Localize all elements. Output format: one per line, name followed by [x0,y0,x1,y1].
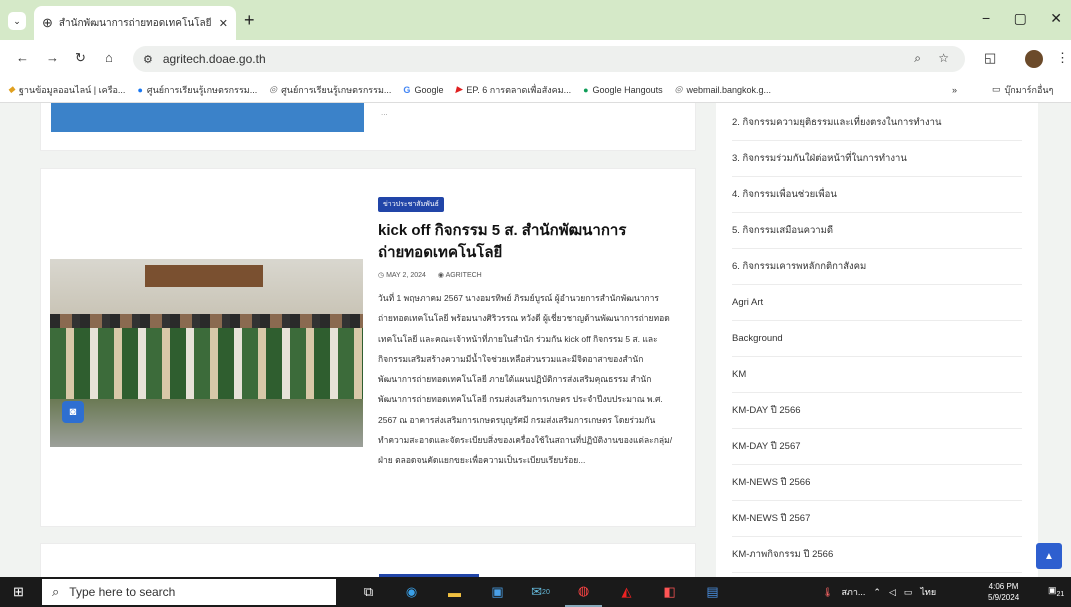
sidebar-category-link[interactable]: 5. กิจกรรมเสมือนความดี [732,213,1022,249]
clock-icon: ◷ [378,272,387,279]
bookmarks-bar: ◆ ฐานข้อมูลออนไลน์ | เครือ... ● ศูนย์การเร… [0,77,1071,103]
globe-icon: ◎ [269,84,278,94]
weather-icon[interactable]: 🌡 [822,587,833,598]
post-author[interactable]: ◉ AGRITECH [438,271,482,279]
facebook-icon: ● [137,84,143,95]
bookmark-item[interactable]: ◆ ฐานข้อมูลออนไลน์ | เครือ... [8,83,125,97]
site-settings-icon[interactable]: ⚙ [143,53,153,66]
bookmark-item[interactable]: ▶ EP. 6 การตลาดเพื่อสังคม... [455,83,571,97]
sidebar-category-link[interactable]: KM-ภาพกิจกรรม ปี 2566 [732,537,1022,573]
windows-start-icon[interactable]: ⊞ [13,584,24,600]
edge-icon[interactable]: ◉ [393,577,430,607]
search-icon: ⌕ [52,584,60,599]
tray-overflow-icon[interactable]: ⌃ [873,587,881,598]
post-card-next [40,543,696,577]
bookmark-item[interactable]: ● Google Hangouts [583,85,663,95]
sidebar-category-link[interactable]: Background [732,321,1022,357]
folder-icon: ▭ [992,84,1001,94]
sidebar-category-link[interactable]: 4. กิจกรรมเพื่อนช่วยเพื่อน [732,177,1022,213]
back-arrow-icon[interactable]: ← [16,50,29,65]
sidebar-category-link[interactable]: 2. กิจกรรมความยุติธรรมและเที่ยงตรงในการท… [732,105,1022,141]
post-excerpt: วันที่ 1 พฤษภาคม 2567 นางอมรทิพย์ ภิรมย์… [378,293,673,466]
bookmark-item[interactable]: ● ศูนย์การเรียนรู้เกษตรกรรม... [137,83,257,97]
google-icon: G [403,84,411,95]
task-view-icon[interactable]: ⧉ [350,577,387,607]
maximize-button[interactable]: ▢ [1014,10,1027,27]
mail-icon[interactable]: ✉ 20 [522,577,559,607]
menu-icon[interactable]: ⋮ [1056,50,1069,66]
bookmark-item[interactable]: ◎ ศูนย์การเรียนรู้เกษตรกรรม... [269,83,391,97]
url-text: agritech.doae.go.th [162,52,266,66]
sidebar-category-link[interactable]: KM-NEWS ปี 2567 [732,501,1022,537]
sidebar-category-link[interactable]: KM-NEWS ปี 2566 [732,465,1022,501]
notification-icon[interactable]: ▣21 [1048,585,1064,598]
site-favicon-icon: ⊕ [42,15,53,30]
folder-icon: ◆ [8,84,15,94]
category-badge[interactable]: ข่าวประชาสัมพันธ์ [378,197,444,212]
scroll-to-top-button[interactable]: ▲ [1036,543,1062,569]
file-explorer-icon[interactable]: ▬ [436,577,473,607]
word-icon[interactable]: ▤ [694,577,731,607]
home-icon[interactable]: ⌂ [105,50,113,65]
sidebar-category-link[interactable]: KM-DAY ปี 2566 [732,393,1022,429]
tab-active[interactable]: ⊕ สำนักพัฒนาการถ่ายทอดเทคโนโลยี ✕ [34,6,236,40]
tab-bar: ⌄ ⊕ สำนักพัฒนาการถ่ายทอดเทคโนโลยี ✕ + − … [0,0,1071,40]
reload-icon[interactable]: ↻ [75,50,86,66]
taskbar-search-placeholder: Type here to search [69,585,176,599]
other-bookmarks-folder[interactable]: ▭ บุ๊กมาร์กอื่นๆ [992,83,1053,97]
youtube-icon: ▶ [455,84,463,94]
weather-text[interactable]: สภา... [841,585,865,599]
bookmark-item[interactable]: ◎ webmail.bangkok.g... [675,84,771,95]
clock-time: 4:06 PM [988,582,1019,591]
globe-icon: ◎ [674,84,683,94]
bookmarks-overflow-button[interactable]: » [952,85,957,95]
post-date[interactable]: ◷ MAY 2, 2024 [378,271,426,279]
close-window-button[interactable]: ✕ [1050,10,1062,27]
minimize-button[interactable]: − [982,10,990,27]
tab-title: สำนักพัฒนาการถ่ายทอดเทคโนโลยี [58,17,212,29]
windows-taskbar: ⊞ ⌕ Type here to search ⧉ ◉ ▬ ▣ ✉ 20 ◍ ◭ … [0,577,1071,607]
zoom-icon[interactable]: ⌕ [914,51,921,66]
post-excerpt-tail: ... [381,108,388,117]
tab-search-button[interactable]: ⌄ [8,12,26,30]
forward-arrow-icon[interactable]: → [46,50,59,65]
system-clock[interactable]: 4:06 PM 5/9/2024 [988,581,1019,603]
hangouts-icon: ● [583,84,589,95]
post-thumbnail[interactable] [51,103,364,132]
extensions-icon[interactable]: ◱ [984,50,996,66]
network-icon[interactable]: ▭ [904,587,913,598]
taskbar-search-box[interactable]: ⌕ Type here to search [42,579,336,605]
sidebar-category-link[interactable]: KM [732,357,1022,393]
post-card-previous: ... [40,103,696,151]
category-sidebar: 2. กิจกรรมความยุติธรรมและเที่ยงตรงในการท… [716,103,1038,577]
profile-avatar[interactable] [1025,50,1043,68]
acrobat-icon[interactable]: ◭ [608,577,645,607]
sidebar-category-link[interactable]: KM-DAY ปี 2567 [732,429,1022,465]
bookmark-item[interactable]: G Google [403,85,443,95]
sidebar-category-link[interactable]: 3. กิจกรรมร่วมกันใฝ่ต่อหน้าที่ในการทำงาน [732,141,1022,177]
clock-date: 5/9/2024 [988,593,1020,602]
post-meta: ◷ MAY 2, 2024 ◉ AGRITECH [378,271,482,279]
office-icon[interactable]: ◧ [651,577,688,607]
store-icon[interactable]: ▣ [479,577,516,607]
volume-icon[interactable]: ◁ [889,587,896,598]
new-tab-button[interactable]: + [244,10,255,31]
navigation-bar: ← → ↻ ⌂ ⚙ agritech.doae.go.th ⌕ ☆ ◱ ⋮ [0,40,1071,77]
post-title[interactable]: kick off กิจกรรม 5 ส. สำนักพัฒนาการถ่ายท… [378,220,678,264]
address-bar[interactable]: ⚙ agritech.doae.go.th ⌕ ☆ [133,46,965,72]
camera-icon[interactable]: ◙ [62,401,84,423]
user-icon: ◉ [437,272,446,279]
post-image[interactable] [50,259,363,447]
page-content: ... ◙ ข่าวประชาสัมพันธ์ kick off กิจกรรม… [0,103,1071,577]
sidebar-category-link[interactable]: 6. กิจกรรมเคารพหลักกติกาสังคม [732,249,1022,285]
close-tab-icon[interactable]: ✕ [219,17,228,30]
bookmark-star-icon[interactable]: ☆ [938,51,949,65]
sidebar-category-link[interactable]: Agri Art [732,285,1022,321]
language-indicator[interactable]: ไทย [920,585,936,599]
chrome-icon[interactable]: ◍ [565,577,602,607]
